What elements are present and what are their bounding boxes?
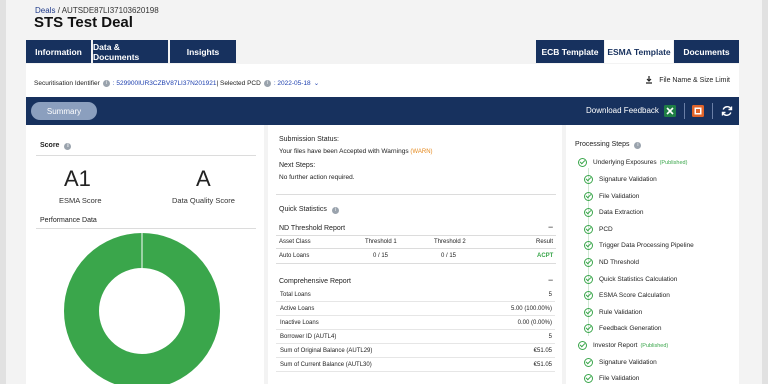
download-icon — [646, 76, 653, 84]
score-panel: Score i A1 ESMA Score A Data Quality Scor… — [26, 125, 264, 384]
check-circle-icon — [578, 158, 587, 167]
nd-header-asset-class: Asset Class — [279, 239, 311, 245]
nd-threshold-2: 0 / 15 — [441, 253, 457, 259]
step-item: ND Threshold — [584, 258, 639, 267]
table-row: Borrower ID (AUTL4) 5 — [276, 330, 555, 344]
step-item: Signature Validation — [584, 175, 657, 184]
action-bar: Summary Download Feedback — [26, 97, 739, 125]
file-limit-label: File Name & Size Limit — [659, 76, 730, 84]
check-circle-icon — [584, 175, 593, 184]
table-row: Sum of Original Balance (AUTL29) €51.05 — [276, 344, 555, 358]
check-circle-icon — [584, 308, 593, 317]
sec-id-value: : 529900IUR3CZBV87LI37N201921 — [112, 79, 217, 87]
check-circle-icon — [584, 208, 593, 217]
step-item: Signature Validation — [584, 358, 657, 367]
file-limit-button[interactable]: File Name & Size Limit — [645, 76, 730, 84]
nd-asset-class: Auto Loans — [279, 253, 310, 259]
tab-information[interactable]: Information — [26, 40, 91, 63]
window-edge-left — [0, 0, 6, 384]
comprehensive-report-heading: Comprehensive Report — [279, 278, 351, 285]
pcd-select[interactable]: : 2022-05-18 — [274, 80, 311, 87]
window-edge-right — [762, 0, 768, 384]
check-circle-icon — [584, 258, 593, 267]
check-circle-icon — [578, 341, 587, 350]
divider — [276, 263, 556, 264]
table-row: Sum of Current Balance (AUTL30) €51.05 — [276, 358, 555, 372]
tab-insights[interactable]: Insights — [170, 40, 236, 63]
check-circle-icon — [584, 225, 593, 234]
nd-threshold-1: 0 / 15 — [373, 253, 389, 259]
step-item: File Validation — [584, 192, 639, 201]
check-circle-icon — [584, 291, 593, 300]
selected-pcd-label: | Selected PCD — [216, 79, 261, 87]
nd-result: ACPT — [537, 253, 554, 259]
info-icon[interactable]: i — [634, 142, 642, 149]
chevron-down-icon[interactable]: ⌄ — [314, 79, 319, 87]
next-steps-text: No further action required. — [279, 174, 355, 181]
next-steps-heading: Next Steps: — [279, 162, 316, 169]
divider — [276, 235, 556, 236]
nd-header-threshold-2: Threshold 2 — [434, 239, 466, 245]
check-circle-icon — [584, 275, 593, 284]
step-item: Data Extraction — [584, 208, 643, 217]
divider — [684, 103, 685, 119]
processing-steps-heading: Processing Steps i — [575, 141, 644, 149]
page-title: STS Test Deal — [34, 14, 133, 31]
nd-threshold-heading: ND Threshold Report — [279, 225, 346, 232]
collapse-icon[interactable]: − — [548, 222, 553, 232]
nd-header-threshold-1: Threshold 1 — [365, 239, 397, 245]
tab-documents[interactable]: Documents — [674, 40, 739, 63]
step-item: Rule Validation — [584, 308, 642, 317]
info-icon[interactable]: i — [263, 79, 271, 87]
identifier-line: Securitisation Identifier i : 529900IUR3… — [34, 79, 319, 87]
published-badge: (Published) — [659, 159, 688, 166]
step-item: File Validation — [584, 374, 639, 383]
refresh-icon[interactable] — [720, 104, 734, 118]
sec-id-label: Securitisation Identifier — [34, 79, 100, 87]
step-item: Trigger Data Processing Pipeline — [584, 241, 694, 250]
performance-donut-chart — [64, 233, 220, 384]
tab-esma-template[interactable]: ESMA Template — [605, 40, 673, 63]
step-group-underlying-exposures: Underlying Exposures (Published) — [578, 158, 687, 167]
step-item: ESMA Score Calculation — [584, 291, 670, 300]
check-circle-icon — [584, 192, 593, 201]
info-icon[interactable]: i — [331, 207, 339, 214]
table-row: Active Loans 5.00 (100.00%) — [276, 302, 555, 316]
identifier-bar: Securitisation Identifier i : 529900IUR3… — [26, 64, 739, 97]
check-circle-icon — [584, 241, 593, 250]
published-badge: (Published) — [640, 342, 669, 349]
pdf-icon[interactable] — [691, 104, 705, 118]
donut-slice — [64, 233, 220, 384]
table-row: Inactive Loans 0.00 (0.00%) — [276, 316, 555, 330]
submission-status-text: Your files have been Accepted with Warni… — [279, 148, 433, 155]
tab-ecb-template[interactable]: ECB Template — [536, 40, 604, 63]
check-circle-icon — [584, 374, 593, 383]
check-circle-icon — [584, 324, 593, 333]
divider — [276, 248, 556, 249]
step-item: Feedback Generation — [584, 324, 662, 333]
step-item: PCD — [584, 225, 613, 234]
nd-header-result: Result — [536, 239, 554, 245]
table-row: Total Loans 5 — [276, 288, 555, 302]
divider — [276, 194, 556, 195]
summary-button[interactable]: Summary — [31, 102, 97, 120]
check-circle-icon — [584, 358, 593, 367]
excel-icon[interactable] — [663, 104, 677, 118]
divider — [712, 103, 713, 119]
tab-data-documents[interactable]: Data & Documents — [93, 40, 168, 63]
download-feedback-label[interactable]: Download Feedback — [586, 106, 659, 115]
step-item: Quick Statistics Calculation — [584, 275, 677, 284]
submission-status-heading: Submission Status: — [279, 136, 339, 143]
quick-statistics-heading: Quick Statistics i — [279, 206, 342, 214]
info-icon[interactable]: i — [102, 79, 110, 87]
collapse-icon[interactable]: − — [548, 275, 553, 285]
step-group-investor-report: Investor Report (Published) — [578, 341, 668, 350]
warn-badge: (WARN) — [410, 149, 433, 155]
